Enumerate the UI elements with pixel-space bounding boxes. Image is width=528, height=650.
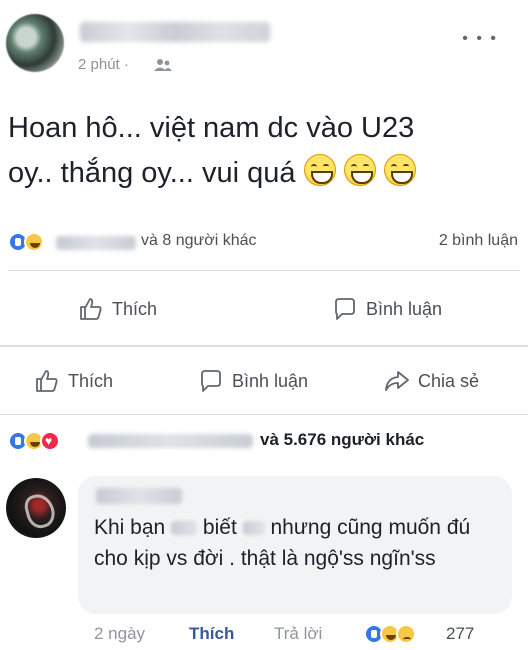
friends-audience-icon[interactable] <box>153 58 173 72</box>
comment-meta: 2 ngày Thích Trả lời 277 <box>94 622 514 646</box>
divider <box>8 270 520 271</box>
thumbs-up-icon <box>80 298 102 320</box>
like-button[interactable]: Thích <box>34 356 113 406</box>
post-text-line-2-text: oy.. thắng oy... vui quá <box>8 157 296 189</box>
comment-bubble-icon <box>335 298 355 320</box>
post-action-bar: Thích Bình luận <box>0 284 528 334</box>
comment-label: Bình luận <box>232 370 309 391</box>
haha-reaction-icon <box>24 232 44 252</box>
author-avatar[interactable] <box>6 14 64 72</box>
comment-like-link[interactable]: Thích <box>189 624 234 644</box>
post-header: 2 phút · • • • <box>0 0 528 90</box>
comment-count[interactable]: 2 bình luận <box>439 232 518 250</box>
reactor-name-blurred[interactable] <box>88 434 253 448</box>
love-reaction-icon <box>40 431 60 451</box>
reaction-others-count[interactable]: và 5.676 người khác <box>260 430 424 450</box>
author-name-blurred[interactable] <box>80 22 270 42</box>
post-text-line-1: Hoan hô... việt nam dc vào U23 <box>8 112 415 144</box>
comment-bubble: Khi bạn biết nhưng cũng muốn đú cho kịp … <box>78 476 512 614</box>
redacted-word <box>242 521 265 536</box>
comment-button[interactable]: Bình luận <box>332 284 442 334</box>
like-button[interactable]: Thích <box>78 284 157 334</box>
post-text: Hoan hô... việt nam dc vào U23 oy.. thắn… <box>8 106 523 196</box>
sad-reaction-icon[interactable] <box>396 624 416 644</box>
commenter-name-blurred[interactable] <box>96 488 182 504</box>
share-action-bar: Thích Bình luận Chia sẻ <box>0 356 528 406</box>
grinning-emoji <box>343 154 376 186</box>
post-text-line-2: oy.. thắng oy... vui quá <box>8 151 523 196</box>
comment-bubble-icon <box>201 370 221 392</box>
comment-time[interactable]: 2 ngày <box>94 624 145 644</box>
grinning-emoji <box>383 154 416 186</box>
comment-text-part-1: Khi bạn <box>94 516 166 539</box>
like-label: Thích <box>112 298 158 319</box>
redacted-word <box>171 521 198 536</box>
reaction-others-count[interactable]: và 8 người khác <box>141 232 256 250</box>
share-button[interactable]: Chia sẻ <box>384 356 479 406</box>
comment-text: Khi bạn biết nhưng cũng muốn đú cho kịp … <box>94 512 499 574</box>
divider <box>0 345 528 347</box>
thumbs-up-icon <box>36 370 58 392</box>
share-arrow-icon <box>385 371 409 391</box>
shared-reactions-summary[interactable]: và 5.676 người khác <box>8 429 520 453</box>
divider <box>0 414 528 415</box>
reactor-name-blurred[interactable] <box>56 236 136 250</box>
share-label: Chia sẻ <box>418 370 480 391</box>
like-label: Thích <box>68 370 114 391</box>
comment-label: Bình luận <box>366 298 443 319</box>
comment-button[interactable]: Bình luận <box>198 356 308 406</box>
post-reactions-summary[interactable]: và 8 người khác 2 bình luận <box>8 230 520 254</box>
comment-reply-link[interactable]: Trả lời <box>274 624 322 644</box>
post-time[interactable]: 2 phút · <box>78 56 129 73</box>
comment-reaction-count[interactable]: 277 <box>446 624 474 644</box>
more-options-icon[interactable]: • • • <box>462 30 498 48</box>
commenter-avatar[interactable] <box>6 478 66 538</box>
grinning-emoji <box>303 154 336 186</box>
comment-text-part-2: biết <box>202 516 237 539</box>
